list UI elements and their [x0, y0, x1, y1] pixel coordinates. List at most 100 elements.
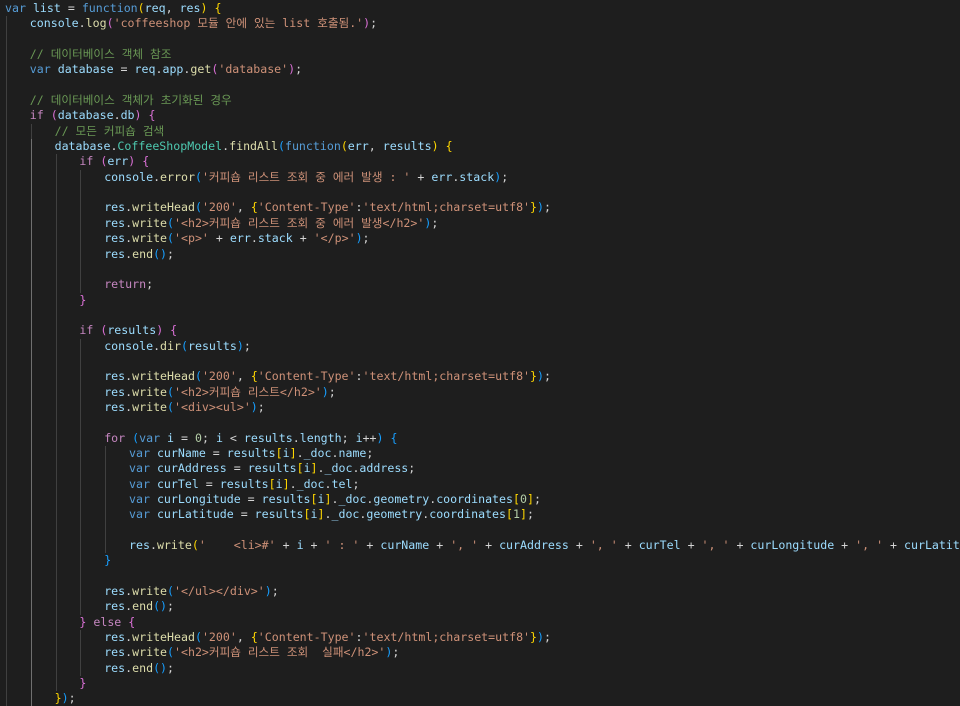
code-token: }	[530, 369, 538, 384]
code-token: else	[93, 614, 122, 629]
indent-guide	[6, 599, 7, 615]
indent-guide	[6, 16, 7, 32]
code-text: var database = req.app.get('database');	[30, 62, 302, 76]
code-token: {	[445, 139, 453, 154]
code-token: (	[277, 139, 285, 154]
code-text: res.writeHead('200', {'Content-Type':'te…	[104, 630, 551, 644]
indent-guide	[6, 215, 7, 232]
code-line: res.writeHead('200', {'Content-Type':'te…	[0, 369, 960, 385]
code-token: }	[530, 630, 538, 645]
code-line: } else {	[0, 614, 960, 631]
indent-guide	[6, 169, 7, 186]
code-token: .	[317, 461, 325, 476]
code-token: var	[139, 430, 161, 445]
indent-guide	[55, 461, 57, 477]
indent-guide	[6, 292, 7, 308]
code-token: (	[194, 630, 202, 645]
code-line	[0, 185, 960, 201]
code-token: res	[104, 584, 126, 599]
code-token: +	[410, 169, 432, 184]
code-token: .	[78, 16, 86, 31]
code-text: return;	[104, 277, 153, 291]
code-token: var	[129, 445, 150, 460]
code-token: address	[359, 461, 409, 476]
code-line	[0, 261, 960, 278]
code-token: req	[134, 62, 156, 77]
code-token: 'text/html;charset=utf8'	[362, 630, 531, 645]
code-token: curTel	[638, 538, 681, 553]
code-token: )	[376, 430, 384, 445]
code-line: res.write(' <li>#' + i + ' : ' + curName…	[0, 538, 960, 554]
code-text: res.write(' <li>#' + i + ' : ' + curName…	[129, 538, 960, 552]
code-token: =	[198, 476, 220, 491]
code-line: var database = req.app.get('database');	[0, 62, 960, 78]
code-line	[0, 415, 960, 431]
code-token: i	[167, 430, 175, 445]
code-token: {	[170, 323, 178, 338]
code-token: }	[54, 691, 62, 706]
code-token: +	[834, 538, 856, 553]
indent-guide	[30, 584, 32, 600]
indent-guide	[55, 231, 57, 247]
code-token: '200'	[201, 630, 237, 645]
indent-guide	[80, 369, 82, 385]
indent-guide	[30, 645, 32, 661]
code-token: 'database'	[218, 62, 289, 77]
code-token: results	[247, 461, 297, 476]
code-token: i	[215, 430, 223, 445]
indent-guide	[105, 492, 107, 508]
code-line: res.write('<div><ul>');	[0, 399, 960, 416]
code-line: res.write('<p>' + err.stack + '</p>');	[0, 231, 960, 247]
code-token: write	[132, 384, 168, 399]
indent-guide	[6, 507, 7, 523]
code-token: // 모든 커피숍 검색	[54, 123, 165, 138]
code-editor[interactable]: var list = function(req, res) {console.l…	[0, 0, 960, 706]
code-token: {	[250, 630, 258, 645]
code-text: }	[104, 553, 111, 567]
indent-guide	[80, 384, 82, 400]
code-token: )	[431, 139, 439, 154]
indent-guide	[80, 185, 82, 201]
code-token: ;	[533, 492, 541, 506]
code-token: res	[104, 200, 126, 215]
code-token: 'Content-Type'	[257, 200, 356, 215]
indent-guide	[6, 538, 7, 554]
code-token: ', '	[701, 538, 730, 553]
code-token: write	[132, 215, 168, 230]
code-token: curLongitude	[156, 492, 241, 506]
code-token: ', '	[855, 538, 884, 553]
code-token: )	[537, 630, 545, 645]
code-token: 'coffeeshop 모듈 안에 있는 list 호출됨.'	[113, 16, 364, 31]
indent-guide	[55, 676, 57, 692]
code-token: [	[303, 507, 311, 522]
code-token: curLatitude	[156, 507, 234, 522]
indent-guide	[80, 215, 82, 232]
code-token: console	[104, 169, 154, 184]
code-token: [	[296, 461, 304, 476]
code-token: i	[355, 430, 363, 445]
code-token: }	[104, 553, 112, 568]
code-text: console.error('커피숍 리스트 조회 중 에러 발생 : ' + …	[104, 170, 508, 184]
code-token: {	[250, 200, 258, 215]
code-token: i	[275, 476, 283, 491]
code-token: res	[104, 384, 126, 399]
indent-guide	[6, 261, 7, 278]
code-token: ;	[362, 231, 370, 246]
code-token: '<p>'	[174, 231, 209, 246]
indent-guide	[6, 630, 7, 646]
code-token: '커피숍 리스트 조회 중 에러 발생 : '	[201, 169, 411, 184]
indent-guide	[30, 691, 32, 706]
code-line: if (err) {	[0, 154, 960, 170]
code-text: console.dir(results);	[104, 339, 251, 353]
code-text: // 데이터베이스 객체가 초기화된 경우	[30, 93, 232, 107]
indent-guide	[55, 384, 57, 400]
code-text: if (err) {	[79, 154, 149, 168]
code-text: res.end();	[104, 599, 174, 613]
indent-guide	[55, 476, 57, 492]
code-line: res.write('</ul></div>');	[0, 584, 960, 600]
code-token: (	[167, 384, 175, 399]
code-token: ;	[544, 369, 551, 384]
code-text: res.write('</ul></div>');	[104, 584, 279, 598]
